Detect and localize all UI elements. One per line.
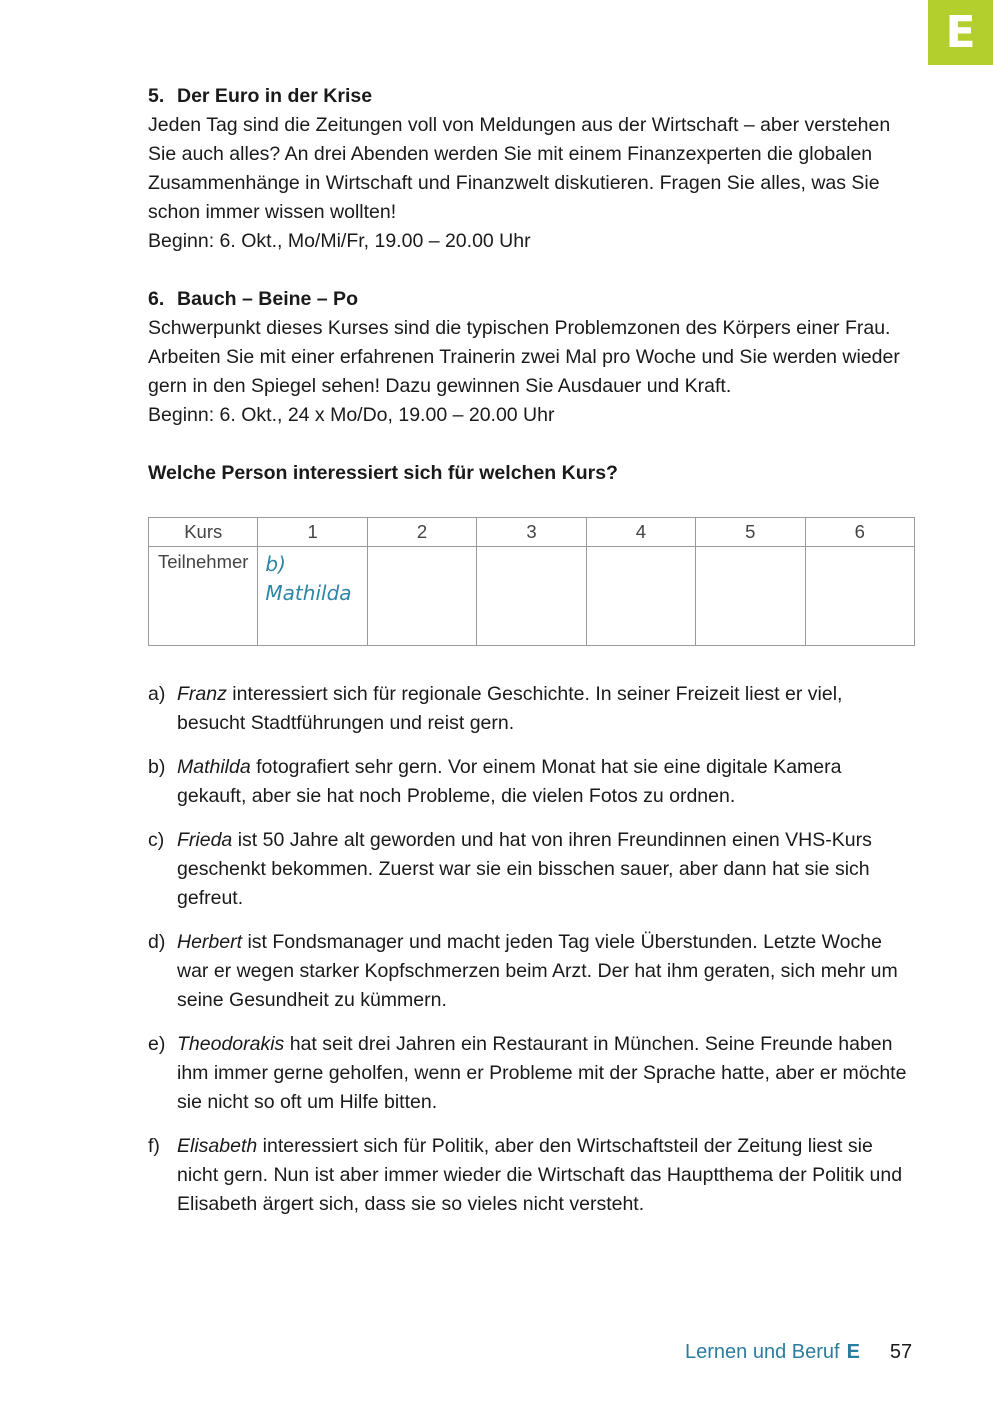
course-line: Zusammenhänge in Wirtschaft und Finanzwe… [148, 172, 880, 194]
item-letter: f) [148, 1135, 160, 1157]
person-list: a) Franz interessiert sich für regionale… [148, 680, 918, 1219]
column-header: 6 [804, 517, 916, 547]
item-letter: a) [148, 683, 166, 705]
person-name: Franz [177, 683, 227, 705]
person-name: Herbert [177, 931, 243, 953]
answer-table: Kurs 1 2 3 4 5 6 Teilnehmer b) Mathilda [147, 517, 916, 646]
item-letter: d) [148, 931, 166, 953]
course-line: Schwerpunkt dieses Kurses sind die typis… [148, 317, 891, 339]
answer-cell-4[interactable] [585, 546, 697, 646]
course-line: Arbeiten Sie mit einer erfahrenen Traine… [148, 346, 900, 368]
footer-section: Lernen und Beruf [685, 1341, 840, 1363]
list-item: a) Franz interessiert sich für regionale… [148, 680, 918, 738]
person-name: Frieda [177, 829, 233, 851]
course-title: 6. Bauch – Beine – Po [148, 288, 358, 310]
table-row: Teilnehmer b) Mathilda [147, 546, 916, 646]
handwritten-answer: b) Mathilda [265, 552, 352, 605]
course-line: Jeden Tag sind die Zeitungen voll von Me… [148, 114, 891, 136]
question-heading: Welche Person interessiert sich für welc… [148, 462, 618, 484]
course-6: 6. Bauch – Beine – Po Schwerpunkt dieses … [148, 285, 918, 430]
list-item: b) Mathilda fotografiert sehr gern. Vor … [148, 753, 918, 811]
row-label: Teilnehmer [147, 546, 259, 646]
answer-cell-6[interactable] [804, 546, 916, 646]
table-header-row: Kurs 1 2 3 4 5 6 [147, 517, 916, 547]
answer-cell-2[interactable] [366, 546, 478, 646]
person-name: Theodorakis [177, 1033, 285, 1055]
answer-cell-5[interactable] [695, 546, 806, 646]
page-content: 5. Der Euro in der Krise Jeden Tag sind d… [147, 82, 918, 1234]
course-line: gern in den Spiegel sehen! Dazu gewinnen… [148, 375, 732, 397]
chapter-tab: E [928, 0, 993, 65]
list-item: f) Elisabeth interessiert sich für Polit… [148, 1132, 918, 1219]
column-header: 2 [366, 517, 478, 547]
answer-cell-1[interactable]: b) Mathilda [257, 546, 368, 646]
person-name: Mathilda [177, 756, 251, 778]
list-item: d) Herbert ist Fondsmanager und macht je… [148, 928, 918, 1015]
column-header: 5 [695, 517, 806, 547]
page-footer: Lernen und Beruf E 57 [685, 1338, 912, 1366]
item-letter: e) [148, 1033, 166, 1055]
answer-cell-3[interactable] [476, 546, 587, 646]
page-number: 57 [889, 1341, 913, 1363]
footer-letter: E [846, 1341, 860, 1363]
column-header: 4 [585, 517, 697, 547]
header-label: Kurs [147, 517, 259, 547]
item-letter: c) [148, 829, 165, 851]
course-line: schon immer wissen wollten! [148, 201, 397, 223]
column-header: 3 [476, 517, 587, 547]
list-item: e) Theodorakis hat seit drei Jahren ein … [148, 1030, 918, 1117]
item-letter: b) [148, 756, 166, 778]
column-header: 1 [257, 517, 368, 547]
course-start: Beginn: 6. Okt., 24 x Mo/Do, 19.00 – 20.… [148, 404, 555, 426]
course-line: Sie auch alles? An drei Abenden werden S… [148, 143, 873, 165]
course-start: Beginn: 6. Okt., Mo/Mi/Fr, 19.00 – 20.00… [148, 230, 531, 252]
list-item: c) Frieda ist 50 Jahre alt geworden und … [148, 826, 918, 913]
person-name: Elisabeth [177, 1135, 258, 1157]
course-5: 5. Der Euro in der Krise Jeden Tag sind d… [148, 82, 918, 256]
course-title: 5. Der Euro in der Krise [148, 85, 373, 107]
